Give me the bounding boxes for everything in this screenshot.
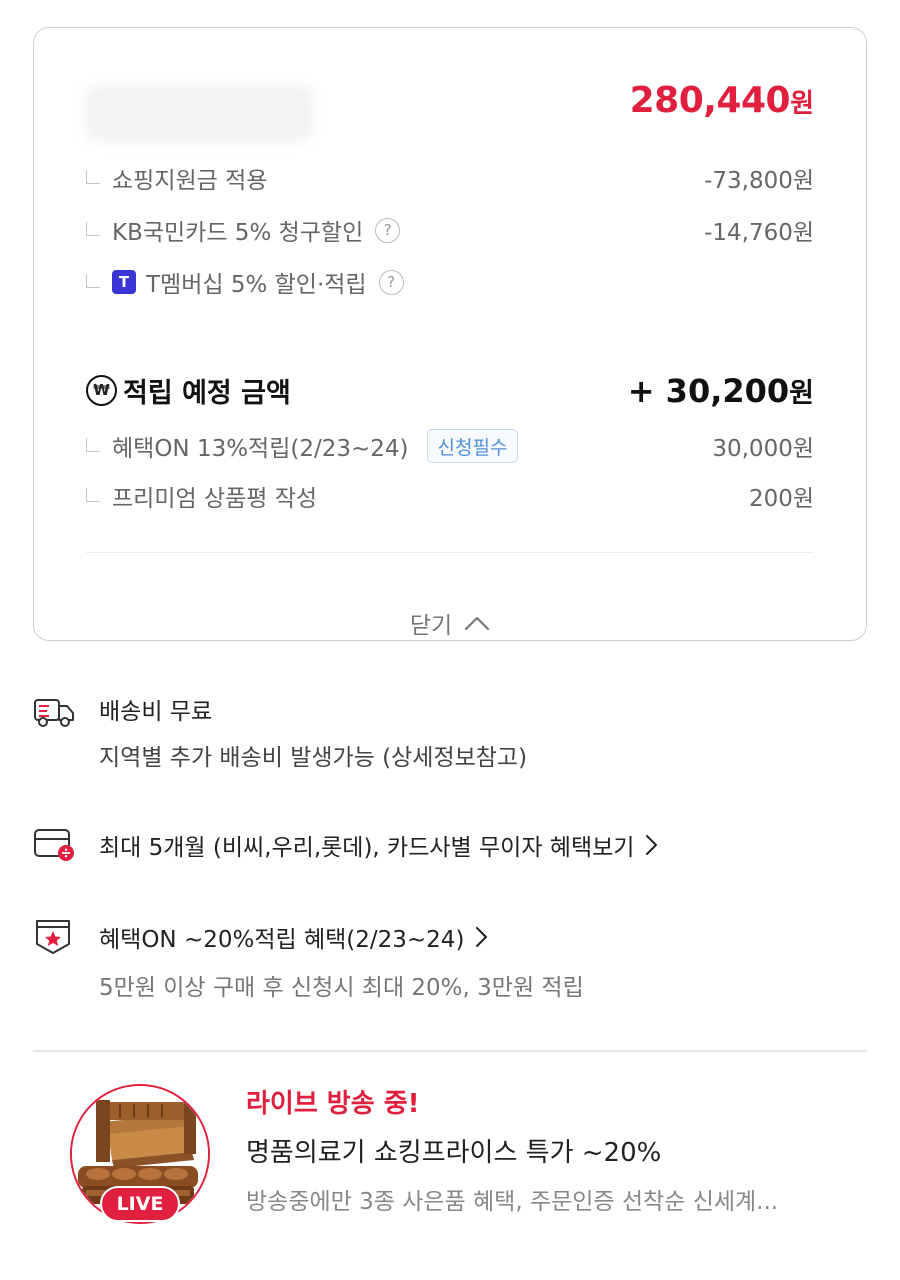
earn-item-label: 혜택ON 13%적립(2/23~24) xyxy=(112,436,409,462)
earn-total-row: ₩ 적립 예정 금액 + 30,200원 xyxy=(86,368,814,412)
corner-indent-icon xyxy=(86,438,100,452)
section-divider xyxy=(33,1050,867,1052)
chevron-up-icon xyxy=(465,616,490,631)
live-headline[interactable]: 명품의료기 쇼킹프라이스 특가 ~20% xyxy=(246,1132,661,1169)
corner-indent-icon xyxy=(86,170,100,184)
earn-total-amount: + 30,200 xyxy=(627,371,790,410)
discount-label: 쇼핑지원금 적용 xyxy=(112,168,268,194)
chevron-right-icon xyxy=(476,927,488,947)
earn-total-currency: 원 xyxy=(789,377,814,409)
help-icon[interactable]: ? xyxy=(378,269,404,295)
live-badge: LIVE xyxy=(100,1186,180,1222)
benefit-info: 혜택ON ~20%적립 혜택(2/23~24) 5만원 이상 구매 후 신청시 … xyxy=(33,914,867,1004)
installment-title: 최대 5개월 (비씨,우리,롯데), 카드사별 무이자 혜택보기 xyxy=(99,835,635,861)
final-price-currency: 원 xyxy=(790,89,814,119)
shipping-info: 배송비 무료 지역별 추가 배송비 발생가능 (상세정보참고) xyxy=(33,690,867,771)
blurred-product-name xyxy=(84,84,314,142)
benefit-link[interactable]: 혜택ON ~20%적립 혜택(2/23~24) xyxy=(99,920,488,954)
installment-info[interactable]: 최대 5개월 (비씨,우리,롯데), 카드사별 무이자 혜택보기 xyxy=(33,824,867,864)
discount-value: -73,800원 xyxy=(704,168,814,194)
shipping-subtitle: 지역별 추가 배송비 발생가능 (상세정보참고) xyxy=(99,745,528,771)
truck-icon xyxy=(34,699,74,727)
earn-row-premium-review: 프리미엄 상품평 작성 200원 xyxy=(86,480,814,512)
corner-indent-icon xyxy=(86,274,100,288)
help-icon[interactable]: ? xyxy=(375,217,401,243)
earn-total-value: + 30,200원 xyxy=(628,371,814,410)
benefit-subtitle: 5만원 이상 구매 후 신청시 최대 20%, 3만원 적립 xyxy=(99,975,584,1001)
installment-link[interactable]: 최대 5개월 (비씨,우리,롯데), 카드사별 무이자 혜택보기 xyxy=(99,828,658,862)
close-button[interactable]: 닫기 xyxy=(34,606,866,640)
final-price: 280,440원 xyxy=(630,80,814,121)
earn-item-value: 200원 xyxy=(748,486,814,512)
discount-value: -14,760원 xyxy=(704,220,814,246)
earn-item-label: 프리미엄 상품평 작성 xyxy=(112,486,318,512)
t-membership-logo-icon: T xyxy=(112,270,136,294)
discount-row-t-membership: T T멤버십 5% 할인·적립 ? xyxy=(86,266,814,298)
corner-indent-icon xyxy=(86,488,100,502)
discount-label: KB국민카드 5% 청구할인 xyxy=(112,220,364,246)
shipping-title: 배송비 무료 xyxy=(99,699,213,725)
price-breakdown-card: 280,440원 쇼핑지원금 적용 -73,800원 KB국민카드 5% 청구할… xyxy=(33,27,867,641)
won-coin-icon: ₩ xyxy=(86,374,117,406)
card-icon xyxy=(34,829,74,861)
benefit-title: 혜택ON ~20%적립 혜택(2/23~24) xyxy=(99,927,465,953)
corner-indent-icon xyxy=(86,222,100,236)
live-description: 방송중에만 3종 사은품 혜택, 주문인증 선착순 신세계... xyxy=(246,1189,779,1215)
star-shield-icon xyxy=(36,920,70,954)
final-price-value: 280,440 xyxy=(629,80,791,121)
earn-item-value: 30,000원 xyxy=(712,436,814,462)
live-title: 라이브 방송 중! xyxy=(246,1089,420,1119)
discount-row-kb-card: KB국민카드 5% 청구할인 ? -14,760원 xyxy=(86,214,814,246)
live-thumbnail[interactable]: LIVE xyxy=(70,1084,210,1224)
close-label: 닫기 xyxy=(409,613,453,639)
card-divider xyxy=(86,552,814,553)
discount-row-shopping-support: 쇼핑지원금 적용 -73,800원 xyxy=(86,162,814,194)
discount-label: T멤버십 5% 할인·적립 xyxy=(146,272,367,298)
earn-row-benefit-on: 혜택ON 13%적립(2/23~24) 신청필수 30,000원 xyxy=(86,428,814,464)
earn-total-label: 적립 예정 금액 xyxy=(123,377,291,409)
chevron-right-icon xyxy=(646,835,658,855)
application-required-badge: 신청필수 xyxy=(426,429,519,463)
